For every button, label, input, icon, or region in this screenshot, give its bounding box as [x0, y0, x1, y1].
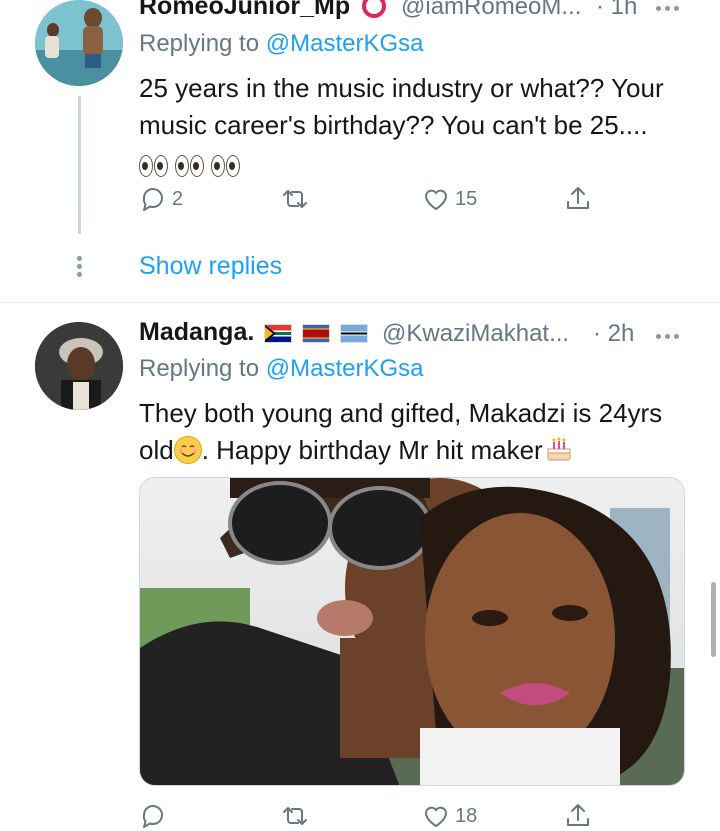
- tweet2-text: They both young and gifted, Makadzi is 2…: [139, 395, 709, 469]
- heart-icon: [425, 806, 447, 827]
- replying-to-label: Replying to: [139, 355, 266, 382]
- eyes-emoji-icon: [139, 146, 699, 183]
- scrollbar[interactable]: [711, 582, 716, 657]
- tweet1-reply-button[interactable]: 2: [138, 184, 183, 214]
- tweet1-reply-count: 2: [172, 187, 184, 210]
- tweet2-retweet-button[interactable]: [280, 801, 314, 831]
- tweet1-author-name[interactable]: RomeoJunior_Mp: [139, 0, 350, 21]
- tweet1-like-count: 15: [455, 187, 478, 210]
- tweet1-like-button[interactable]: 15: [421, 184, 477, 214]
- tweet2-author-handle[interactable]: @KwaziMakhat...: [382, 320, 569, 348]
- tweet2-share-button[interactable]: [563, 801, 593, 831]
- show-replies-dots-icon: [77, 256, 82, 277]
- retweet-icon: [283, 190, 307, 208]
- avatar-photo-icon: [35, 322, 123, 410]
- tweet1-share-button[interactable]: [563, 184, 593, 214]
- tweet1-text-line2: music career's birthday?? You can't be 2…: [139, 110, 648, 140]
- tweet2-author-name-text: Madanga.: [139, 318, 255, 346]
- replying-to-mention[interactable]: @MasterKGsa: [266, 355, 424, 382]
- reply-icon: [142, 805, 163, 828]
- botswana-flag-icon: [340, 323, 369, 343]
- tweet2-text-line2: old . Happy birthday Mr hit maker: [139, 432, 709, 469]
- avatar-photo-icon: [35, 0, 123, 86]
- retweet-icon: [283, 807, 307, 825]
- show-replies-link[interactable]: Show replies: [139, 252, 282, 281]
- tweet2-like-count: 18: [455, 804, 478, 827]
- tweet1-author-handle[interactable]: @iamRomeoM...: [401, 0, 581, 21]
- tweet2-more-icon[interactable]: [656, 334, 679, 339]
- tweet-divider: [0, 302, 720, 303]
- tweet2-text-line1: They both young and gifted, Makadzi is 2…: [139, 398, 663, 428]
- heart-icon: [425, 189, 447, 210]
- tweet2-attached-photo[interactable]: [139, 477, 685, 786]
- thread-connector-line: [78, 96, 81, 234]
- tweet2-timestamp[interactable]: · 2h: [593, 320, 634, 348]
- tweet2-like-button[interactable]: 18: [421, 801, 477, 831]
- tweet2-text-line2b: . Happy birthday Mr hit maker: [201, 435, 543, 465]
- south-africa-flag-icon: [264, 323, 293, 343]
- tweet1-more-icon[interactable]: [656, 6, 679, 11]
- tweet2-replying-to: Replying to @MasterKGsa: [139, 355, 423, 383]
- smiling-face-emoji-icon: [173, 436, 202, 464]
- replying-to-mention[interactable]: @MasterKGsa: [266, 30, 424, 57]
- share-icon: [567, 804, 589, 826]
- tweet1-timestamp[interactable]: · 1h: [596, 0, 637, 21]
- tweet1-text-line1: 25 years in the music industry or what??…: [139, 73, 664, 103]
- avatar-romeojunior[interactable]: [35, 0, 123, 86]
- affiliation-badge-icon: [362, 0, 386, 18]
- tweet2-reply-button[interactable]: [138, 801, 172, 831]
- eswatini-flag-icon: [302, 323, 331, 343]
- avatar-madanga[interactable]: [35, 322, 123, 410]
- tweet2-author-name[interactable]: Madanga.: [139, 318, 369, 347]
- reply-icon: [142, 188, 163, 211]
- tweet1-retweet-button[interactable]: [280, 184, 314, 214]
- couple-selfie-photo-icon: [140, 478, 684, 785]
- share-icon: [567, 187, 589, 209]
- tweet1-replying-to: Replying to @MasterKGsa: [139, 30, 423, 58]
- birthday-cake-emoji-icon: [545, 435, 573, 463]
- tweet1-text: 25 years in the music industry or what??…: [139, 70, 699, 183]
- tweet2-text-line2a: old: [139, 435, 174, 465]
- replying-to-label: Replying to: [139, 30, 266, 57]
